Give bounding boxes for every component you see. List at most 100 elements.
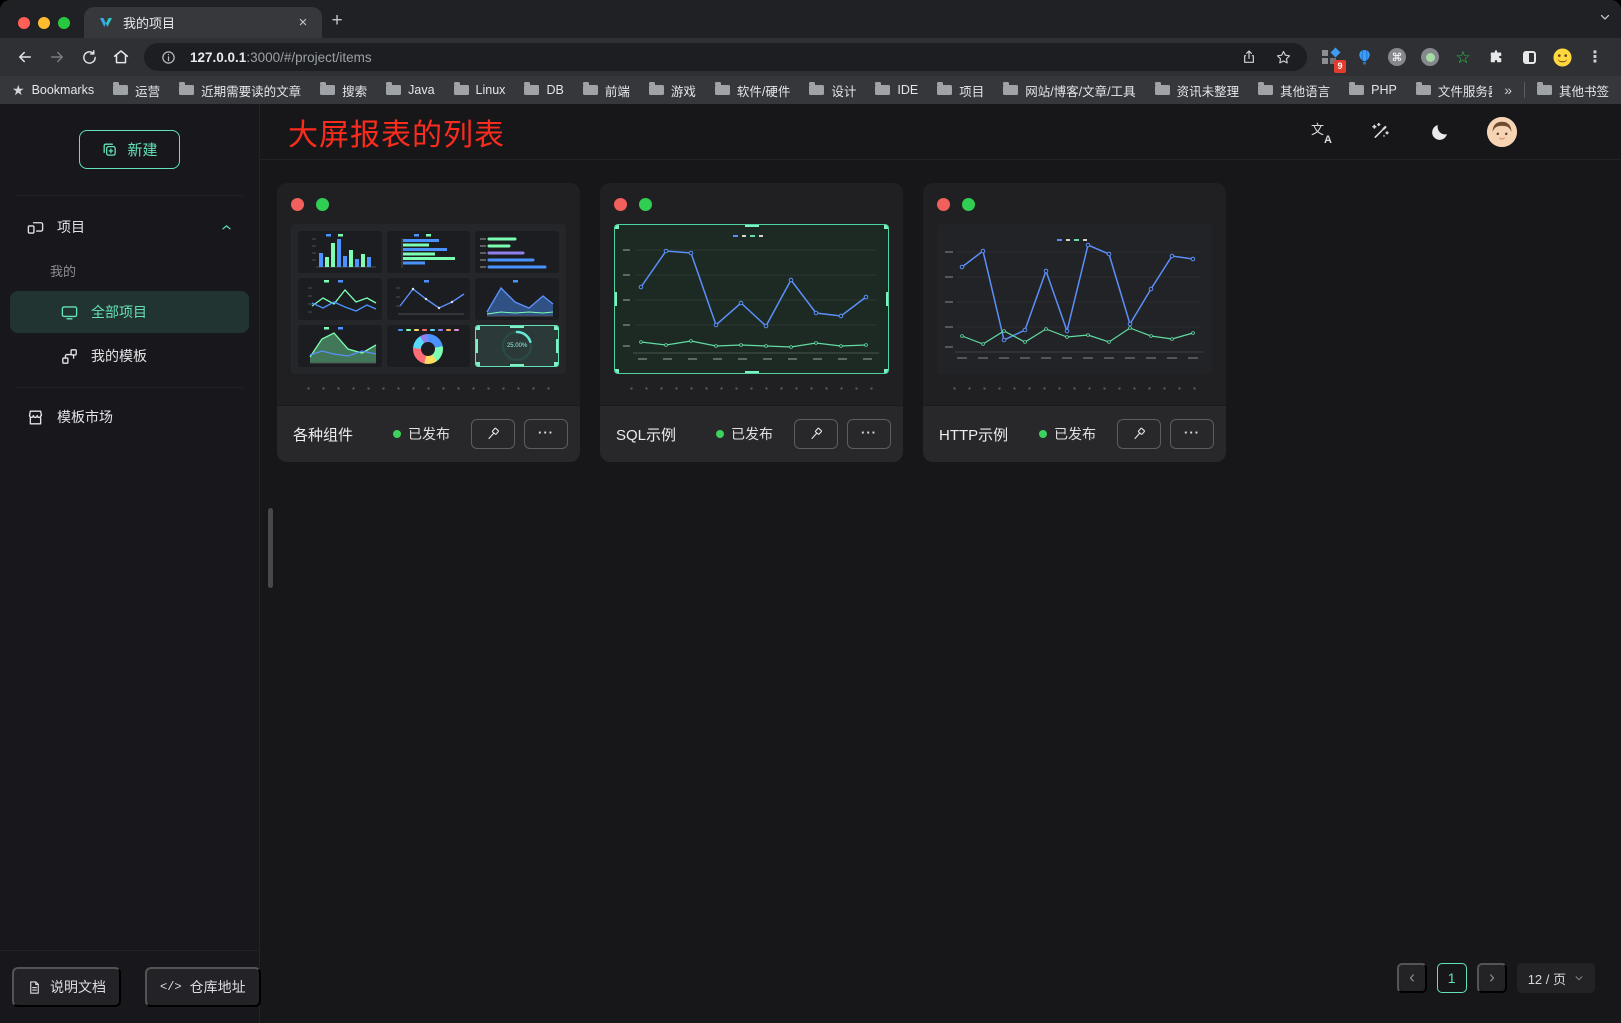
template-icon — [60, 347, 79, 366]
bookmark-folder[interactable]: IDE — [875, 83, 918, 97]
extension-emoji-icon[interactable] — [1552, 47, 1572, 67]
bookmark-folder[interactable]: 项目 — [937, 81, 984, 100]
browser-menu-icon[interactable]: ⋮ — [1585, 47, 1605, 67]
close-window-button[interactable] — [18, 17, 30, 29]
extension-grid-icon[interactable]: 9 — [1321, 47, 1341, 67]
docs-button[interactable]: 说明文档 — [12, 967, 121, 1007]
project-title: HTTP示例 — [939, 424, 1039, 445]
status-badge: 已发布 — [1039, 424, 1096, 444]
card-footer: HTTP示例 已发布 ··· — [923, 405, 1226, 462]
project-card[interactable]: HTTP示例 已发布 ··· — [923, 183, 1226, 462]
bookmark-folder[interactable]: 软件/硬件 — [715, 81, 790, 100]
reload-icon[interactable] — [74, 42, 104, 72]
bookmark-folder[interactable]: 游戏 — [649, 81, 696, 100]
current-page-button[interactable]: 1 — [1437, 963, 1467, 993]
sidebar-footer: 说明文档 </> 仓库地址 — [0, 950, 259, 1023]
browser-toolbar: 127.0.0.1:3000/#/project/items 9 ⌘ ☆ — [0, 38, 1621, 76]
folder-icon — [1416, 85, 1431, 95]
page-title: 大屏报表的列表 — [288, 110, 505, 154]
bookmark-folder[interactable]: 前端 — [583, 81, 630, 100]
sidebar-item-all-projects[interactable]: 全部项目 — [10, 291, 249, 333]
dotted-ruler — [945, 387, 1204, 390]
tab-strip: 我的项目 × + — [0, 0, 1621, 38]
bookmark-folder[interactable]: 文件服务器 — [1416, 81, 1492, 100]
bookmark-folder[interactable]: PHP — [1349, 83, 1397, 97]
zoom-window-button[interactable] — [58, 17, 70, 29]
published-dot-icon — [1039, 430, 1047, 438]
extension-command-icon[interactable]: ⌘ — [1387, 47, 1407, 67]
project-title: SQL示例 — [616, 424, 716, 445]
bookmarks-overflow-icon[interactable]: » — [1504, 82, 1512, 98]
copy-plus-icon — [101, 141, 118, 158]
extension-balloon-icon[interactable] — [1354, 47, 1374, 67]
more-options-button[interactable]: ··· — [847, 419, 891, 449]
bookmark-folder[interactable]: DB — [524, 83, 563, 97]
url-text[interactable]: 127.0.0.1:3000/#/project/items — [190, 50, 1227, 65]
site-info-icon[interactable] — [156, 50, 180, 65]
more-options-button[interactable]: ··· — [1170, 419, 1214, 449]
magic-wand-icon[interactable] — [1367, 119, 1393, 145]
bookmark-folder[interactable]: Java — [386, 83, 434, 97]
card-preview-area — [923, 183, 1226, 405]
extension-halfsquare-icon[interactable] — [1519, 47, 1539, 67]
home-icon[interactable] — [106, 42, 136, 72]
share-icon[interactable] — [1237, 49, 1261, 65]
project-card[interactable]: SQL示例 已发布 ··· — [600, 183, 903, 462]
bookmark-folder[interactable]: 近期需要读的文章 — [179, 81, 301, 100]
bookmark-folder[interactable]: Linux — [454, 83, 506, 97]
extensions-puzzle-icon[interactable] — [1486, 47, 1506, 67]
mini-donut-chart — [387, 325, 471, 367]
tab-search-icon[interactable] — [1599, 10, 1611, 28]
tab-close-icon[interactable]: × — [294, 14, 312, 32]
repo-button[interactable]: </> 仓库地址 — [145, 967, 261, 1007]
bookmark-folder[interactable]: 运营 — [113, 81, 160, 100]
sidebar-item-template-market[interactable]: 模板市场 — [10, 396, 249, 438]
extension-record-icon[interactable] — [1420, 47, 1440, 67]
bookmark-folder[interactable]: 其他语言 — [1258, 81, 1330, 100]
published-dot-icon — [393, 430, 401, 438]
user-avatar[interactable] — [1487, 117, 1517, 147]
monitor-icon — [60, 303, 79, 322]
hammer-icon — [808, 426, 824, 442]
dark-mode-moon-icon[interactable] — [1427, 119, 1453, 145]
bookmarks-manager[interactable]: ★Bookmarks — [12, 82, 94, 99]
forward-icon[interactable] — [42, 42, 72, 72]
folder-icon — [113, 85, 128, 95]
language-icon[interactable]: 文 A — [1309, 120, 1333, 144]
prev-page-button[interactable] — [1397, 963, 1427, 993]
mini-bar-chart — [298, 231, 382, 273]
next-page-button[interactable] — [1477, 963, 1507, 993]
sidebar-group-project[interactable]: 项目 — [10, 206, 249, 248]
edit-project-button[interactable] — [1117, 419, 1161, 449]
page-size-select[interactable]: 12 / 页 — [1517, 963, 1595, 993]
back-icon[interactable] — [10, 42, 40, 72]
browser-tab[interactable]: 我的项目 × — [84, 7, 322, 38]
bookmark-star-icon[interactable] — [1271, 49, 1295, 66]
address-bar[interactable]: 127.0.0.1:3000/#/project/items — [144, 43, 1307, 71]
green-dot-icon — [962, 198, 975, 211]
url-path: :3000/#/project/items — [246, 50, 371, 65]
red-dot-icon — [614, 198, 627, 211]
extension-star-icon[interactable]: ☆ — [1453, 47, 1473, 67]
bookmark-folder[interactable]: 搜索 — [320, 81, 367, 100]
scrollbar-thumb[interactable] — [268, 508, 273, 588]
sidebar: 新建 项目 我的 全部项目 我的模板 — [0, 104, 260, 1023]
create-project-button[interactable]: 新建 — [79, 130, 179, 169]
browser-window: 我的项目 × + 127.0.0.1:3000/#/project/items — [0, 0, 1621, 1023]
sidebar-item-my-templates[interactable]: 我的模板 — [10, 335, 249, 377]
edit-project-button[interactable] — [794, 419, 838, 449]
divider — [1524, 82, 1525, 98]
more-options-button[interactable]: ··· — [524, 419, 568, 449]
bookmark-folder[interactable]: 网站/博客/文章/工具 — [1003, 81, 1135, 100]
bookmark-folder[interactable]: 设计 — [809, 81, 856, 100]
bookmark-folder[interactable]: 资讯未整理 — [1155, 81, 1240, 100]
folder-icon — [179, 85, 194, 95]
other-bookmarks[interactable]: 其他书签 — [1537, 81, 1609, 100]
bookmarks-bar: ★Bookmarks 运营 近期需要读的文章 搜索 Java Linux DB … — [0, 76, 1621, 104]
chevron-down-icon — [1574, 973, 1584, 983]
project-card[interactable]: 25.00% 各种组件 已发布 ··· — [277, 183, 580, 462]
edit-project-button[interactable] — [471, 419, 515, 449]
minimize-window-button[interactable] — [38, 17, 50, 29]
new-tab-button[interactable]: + — [322, 6, 352, 36]
chevron-up-icon[interactable] — [220, 221, 233, 234]
